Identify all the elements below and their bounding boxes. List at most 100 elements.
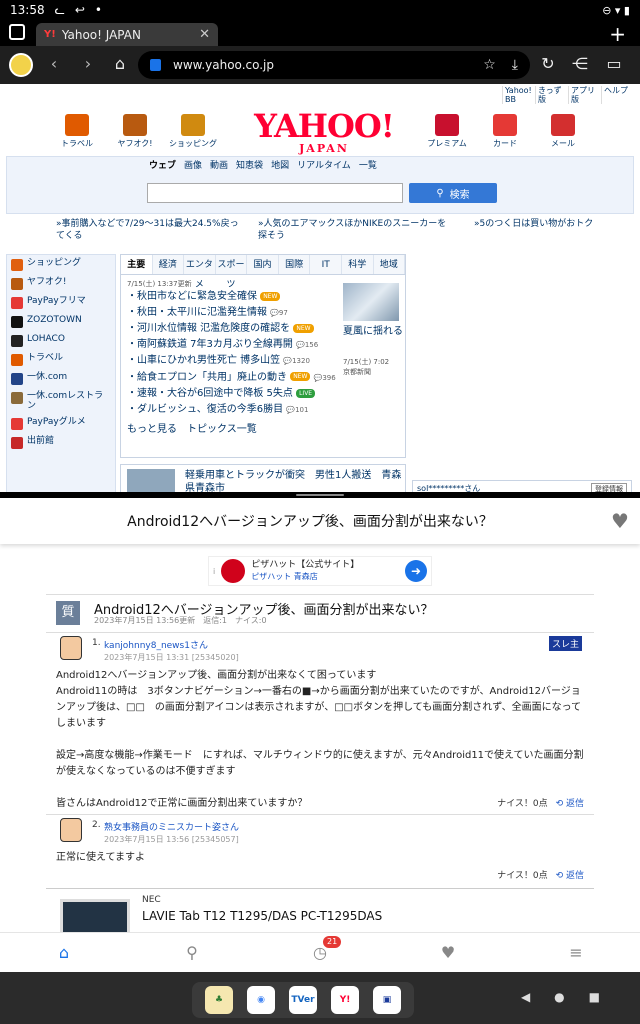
reply-button[interactable]: ⟲ 返信 (556, 868, 584, 881)
profile-avatar[interactable] (9, 53, 33, 77)
link-kids[interactable]: きっず版 (535, 86, 568, 104)
share-icon[interactable]: ⋲ (570, 54, 590, 73)
post-username[interactable]: kanjohnny8_news1さん (104, 638, 208, 651)
news-tab-entertainment[interactable]: エンタメ (184, 255, 216, 290)
nav-shopping[interactable]: ショッピング (7, 255, 115, 274)
tver-app[interactable]: TVer (289, 986, 317, 1014)
demaecan-icon (11, 437, 23, 449)
nav-paypay-gourmet[interactable]: PayPayグルメ (7, 414, 115, 433)
nav-travel[interactable]: トラベル (7, 350, 115, 369)
news-item[interactable]: ・速報・大谷が6回途中で降板 5失点 LIVE (127, 386, 399, 402)
news-article-preview[interactable]: 軽乗用車とトラックが衝突 男性1人搬送 青森県青森市 (120, 464, 406, 492)
login-username: sol*********さん (417, 484, 481, 492)
service-shopping[interactable]: ショッピング (168, 114, 218, 149)
account-info-button[interactable]: 登録情報 (591, 483, 627, 492)
search-tab-realtime[interactable]: リアルタイム (297, 161, 351, 171)
nav-ikyu-restaurant[interactable]: 一休.comレストラン (7, 388, 115, 414)
ad-banner[interactable]: i ピザハット【公式サイト】 ピザハット 青森店 ➜ (208, 556, 432, 586)
nav-lohaco[interactable]: LOHACO (7, 331, 115, 350)
back-triangle-icon[interactable]: ◀ (521, 990, 530, 1004)
service-mail[interactable]: メール (538, 114, 588, 149)
yahoo-logo[interactable]: YAHOO! JAPAN (254, 110, 395, 155)
kakaku-app[interactable]: ▣ (373, 986, 401, 1014)
search-tab-map[interactable]: 地図 (271, 161, 289, 171)
news-item[interactable]: ・南阿蘇鉄道 7年3カ月ぶり全線再開 💬156 (127, 337, 399, 354)
promo-link[interactable]: »事前購入などで7/29〜31は最大24.5%戻ってくる (56, 218, 246, 242)
product-brand: NEC (142, 895, 161, 905)
nav-demaecan[interactable]: 出前館 (7, 433, 115, 452)
search-tab-image[interactable]: 画像 (184, 161, 202, 171)
forward-icon[interactable]: › (78, 54, 98, 73)
link-yahoo-bb[interactable]: Yahoo! BB (502, 86, 535, 104)
search-tab-web[interactable]: ウェブ (149, 161, 176, 171)
nav-history[interactable]: ◷ 21 (256, 933, 384, 972)
divider-handle[interactable] (296, 494, 344, 496)
promo-link[interactable]: »5のつく日は買い物がおトク (474, 218, 634, 230)
promo-link[interactable]: »人気のエアマックスほかNIKEのスニーカーを探そう (258, 218, 448, 242)
search-input[interactable] (147, 183, 403, 203)
home-circle-icon[interactable]: ● (554, 990, 564, 1004)
ad-info-icon[interactable]: i (213, 567, 215, 576)
news-tab-world[interactable]: 国際 (279, 255, 311, 274)
nav-zozotown[interactable]: ZOZOTOWN (7, 312, 115, 331)
news-tab-domestic[interactable]: 国内 (247, 255, 279, 274)
recents-square-icon[interactable]: ■ (589, 990, 600, 1004)
reload-icon[interactable]: ↻ (538, 54, 558, 73)
site-info-icon[interactable] (150, 59, 161, 71)
news-tab-sports[interactable]: スポーツ (216, 255, 248, 290)
close-tab-icon[interactable]: ✕ (199, 27, 210, 42)
pizzahut-logo (221, 559, 246, 583)
news-tab-main[interactable]: 主要 (121, 255, 153, 274)
chrome-app[interactable]: ◉ (247, 986, 275, 1014)
tab-switcher-icon[interactable] (9, 24, 25, 40)
address-bar[interactable]: www.yahoo.co.jp ☆ ⤓ (138, 51, 530, 79)
app-dock: ♣ ◉ TVer Y! ▣ (192, 982, 414, 1018)
post-body: Android12へバージョンアップ後、画面分割が出来なくて困っています And… (56, 670, 584, 809)
service-travel[interactable]: トラベル (52, 114, 102, 149)
nav-favorites[interactable]: ♥ (384, 933, 512, 972)
nice-count[interactable]: ナイス！0点 (497, 868, 547, 881)
service-premium[interactable]: プレミアム (422, 114, 472, 149)
nav-paypay-flea[interactable]: PayPayフリマ (7, 293, 115, 312)
menu-icon[interactable]: ▭ (604, 54, 624, 73)
service-card[interactable]: カード (480, 114, 530, 149)
news-tab-it[interactable]: IT (310, 255, 342, 274)
search-tab-chiebukuro[interactable]: 知恵袋 (236, 161, 263, 171)
search-button[interactable]: ⚲ 検索 (409, 183, 497, 203)
news-tab-local[interactable]: 地域 (374, 255, 406, 274)
app-bottom-nav: ⌂ ⚲ ◷ 21 ♥ ≡ (0, 932, 640, 972)
yahoo-app[interactable]: Y! (331, 986, 359, 1014)
link-app[interactable]: アプリ版 (568, 86, 601, 104)
news-tab-economy[interactable]: 経済 (153, 255, 185, 274)
nice-count[interactable]: ナイス！0点 (497, 796, 547, 809)
nav-menu[interactable]: ≡ (512, 933, 640, 972)
search-tab-video[interactable]: 動画 (210, 161, 228, 171)
nav-ikyu[interactable]: 一休.com (7, 369, 115, 388)
favorite-heart-icon[interactable]: ♥ (600, 509, 640, 533)
app-shortcut[interactable]: ♣ (205, 986, 233, 1014)
post-2: 2. 熟女事務員のミニスカート姿さん 2023年7月15日 13:56 [253… (46, 814, 594, 890)
download-icon[interactable]: ⤓ (512, 57, 518, 73)
news-thumbnail[interactable] (343, 283, 399, 321)
news-more-link[interactable]: もっと見る トピックス一覧 (121, 418, 405, 437)
news-side-caption[interactable]: 夏風に揺れる (343, 325, 403, 338)
service-auction[interactable]: ヤフオク! (110, 114, 160, 149)
nav-search[interactable]: ⚲ (128, 933, 256, 972)
news-item[interactable]: ・ダルビッシュ、復活の今季6勝目 💬101 (127, 402, 399, 419)
related-product[interactable]: NEC LAVIE Tab T12 T1295/DAS PC-T1295DAS (46, 888, 594, 939)
link-help[interactable]: ヘルプ (601, 86, 634, 104)
tab-yahoo[interactable]: Y! Yahoo! JAPAN ✕ (36, 23, 218, 46)
zozotown-icon (11, 316, 23, 328)
home-icon[interactable]: ⌂ (110, 54, 130, 73)
bookmark-star-icon[interactable]: ☆ (483, 57, 496, 73)
post-username[interactable]: 熟女事務員のミニスカート姿さん (104, 820, 239, 833)
directions-icon[interactable]: ➜ (405, 560, 427, 582)
new-tab-icon[interactable]: + (609, 22, 626, 46)
search-tab-list[interactable]: 一覧 (359, 161, 377, 171)
news-tab-science[interactable]: 科学 (342, 255, 374, 274)
nav-auction[interactable]: ヤフオク! (7, 274, 115, 293)
crown-icon (435, 114, 459, 136)
reply-button[interactable]: ⟲ 返信 (556, 796, 584, 809)
back-icon[interactable]: ‹ (44, 54, 64, 73)
nav-home[interactable]: ⌂ (0, 933, 128, 972)
